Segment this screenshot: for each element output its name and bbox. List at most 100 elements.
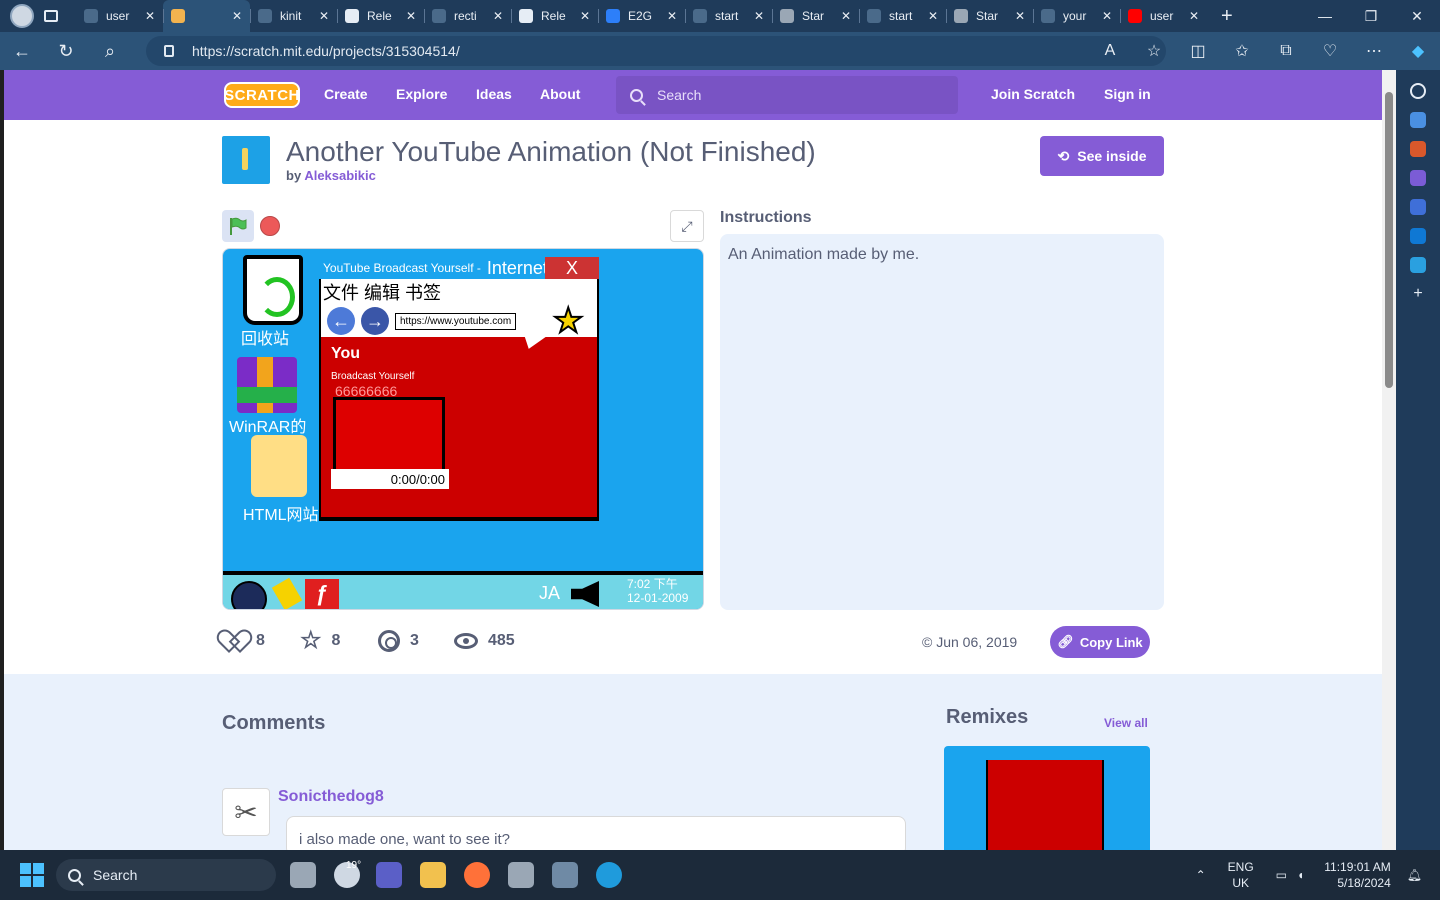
green-flag-button[interactable]: [222, 210, 254, 242]
browser-tab[interactable]: Rele ✕: [511, 0, 598, 32]
scrollbar-thumb[interactable]: [1385, 92, 1393, 388]
minimize-button[interactable]: —: [1302, 0, 1348, 32]
restore-button[interactable]: ❐: [1348, 0, 1394, 32]
love-stat[interactable]: 8: [224, 629, 265, 653]
sidebar-games-icon[interactable]: [1410, 170, 1426, 186]
tab-title: your: [1063, 9, 1087, 23]
sidebar-tools-icon[interactable]: [1410, 141, 1426, 157]
cube-app-icon[interactable]: [508, 862, 534, 888]
windows-start-icon[interactable]: [20, 863, 44, 887]
remix-thumbnail[interactable]: [944, 746, 1150, 850]
tray-chevron-icon[interactable]: ⌃: [1196, 868, 1206, 882]
browser-tab[interactable]: user ✕: [76, 0, 163, 32]
remix-count: 3: [410, 632, 419, 649]
nav-create[interactable]: Create: [324, 86, 368, 102]
scratch-search-input[interactable]: Search: [616, 76, 958, 114]
teams-chat-icon[interactable]: [376, 862, 402, 888]
task-view-icon[interactable]: [290, 862, 316, 888]
taskbar-clock[interactable]: 11:19:01 AM 5/18/2024: [1324, 859, 1391, 891]
browser-tab[interactable]: kinit ✕: [250, 0, 337, 32]
nav-about[interactable]: About: [540, 86, 580, 102]
tab-close-icon[interactable]: ✕: [145, 9, 155, 23]
comment-username[interactable]: Sonicthedog8: [278, 788, 384, 806]
sidebar-send-icon[interactable]: [1410, 257, 1426, 273]
network-icon[interactable]: ▭: [1276, 868, 1287, 882]
favorite-star-icon[interactable]: ☆: [1132, 41, 1176, 61]
more-menu-icon[interactable]: ⋯: [1352, 41, 1396, 61]
windows2000-app-icon[interactable]: [552, 862, 578, 888]
project-stage[interactable]: 回收站 WinRAR的 HTML网站 YouTube Broadcast You…: [222, 248, 704, 610]
favorites-icon[interactable]: ✩: [1220, 41, 1264, 61]
sidebar-outlook-icon[interactable]: [1410, 228, 1426, 244]
close-window-button[interactable]: ✕: [1394, 0, 1440, 32]
file-explorer-icon[interactable]: [420, 862, 446, 888]
scratch-logo[interactable]: SCRATCH: [224, 82, 300, 108]
browser-tab[interactable]: start ✕: [685, 0, 772, 32]
tab-close-icon[interactable]: ✕: [928, 9, 938, 23]
sidebar-search-icon[interactable]: [1410, 83, 1426, 99]
tab-close-icon[interactable]: ✕: [406, 9, 416, 23]
back-button[interactable]: ←: [0, 32, 44, 70]
language-indicator[interactable]: ENG UK: [1228, 859, 1254, 891]
tab-close-icon[interactable]: ✕: [667, 9, 677, 23]
tab-close-icon[interactable]: ✕: [319, 9, 329, 23]
browser-tab[interactable]: recti ✕: [424, 0, 511, 32]
browser-tab[interactable]: Star ✕: [772, 0, 859, 32]
firefox-icon[interactable]: [464, 862, 490, 888]
new-tab-button[interactable]: +: [1221, 5, 1233, 28]
tab-close-icon[interactable]: ✕: [1189, 9, 1199, 23]
browser-tab[interactable]: E2G ✕: [598, 0, 685, 32]
taskbar-search-box[interactable]: Search: [56, 859, 276, 891]
copy-link-button[interactable]: 🔗︎ Copy Link: [1050, 626, 1150, 658]
browser-tab[interactable]: your ✕: [1033, 0, 1120, 32]
author-link[interactable]: Aleksabikic: [304, 168, 376, 183]
browser-tab[interactable]: Star ✕: [946, 0, 1033, 32]
split-screen-icon[interactable]: ◫: [1176, 41, 1220, 61]
comment-avatar[interactable]: ✂: [222, 788, 270, 836]
tab-title: Rele: [541, 9, 566, 23]
nav-ideas[interactable]: Ideas: [476, 86, 512, 102]
tab-close-icon[interactable]: ✕: [1015, 9, 1025, 23]
shared-date-text: Jun 06, 2019: [936, 634, 1018, 650]
favorite-stat[interactable]: ☆ 8: [300, 629, 340, 653]
copilot-icon[interactable]: ◆: [1396, 41, 1440, 61]
browser-essentials-icon[interactable]: ♡: [1308, 41, 1352, 61]
tab-close-icon[interactable]: ✕: [580, 9, 590, 23]
page-scrollbar[interactable]: [1382, 70, 1396, 850]
edge-icon[interactable]: [596, 862, 622, 888]
browser-tab[interactable]: user ✕: [1120, 0, 1207, 32]
profile-avatar[interactable]: [10, 4, 34, 28]
tab-close-icon[interactable]: ✕: [232, 9, 242, 23]
tab-close-icon[interactable]: ✕: [493, 9, 503, 23]
sidebar-copilot-icon[interactable]: [1410, 199, 1426, 215]
url-field[interactable]: https://scratch.mit.edu/projects/3153045…: [146, 36, 1166, 66]
tab-title: user: [1150, 9, 1174, 23]
browser-tab[interactable]: Rele ✕: [337, 0, 424, 32]
clock-date: 5/18/2024: [1337, 876, 1391, 890]
join-scratch-link[interactable]: Join Scratch: [991, 86, 1075, 102]
collections-icon[interactable]: ⧉: [1264, 42, 1308, 60]
browser-tab[interactable]: ✕: [163, 0, 250, 32]
tab-actions-icon[interactable]: [44, 10, 58, 22]
windows-taskbar: Search 19° ⌃ ENG UK ▭ ◖ 11:19:01 AM 5/18…: [0, 850, 1440, 900]
tab-close-icon[interactable]: ✕: [841, 9, 851, 23]
nav-explore[interactable]: Explore: [396, 86, 447, 102]
sign-in-link[interactable]: Sign in: [1104, 86, 1151, 102]
notification-bell-icon[interactable]: 🔔︎: [1407, 868, 1422, 882]
tab-close-icon[interactable]: ✕: [754, 9, 764, 23]
read-aloud-icon[interactable]: A: [1088, 42, 1132, 60]
volume-icon[interactable]: ◖: [1297, 868, 1304, 882]
sidebar-shopping-icon[interactable]: [1410, 112, 1426, 128]
browser-tab[interactable]: start ✕: [859, 0, 946, 32]
search-icon[interactable]: ⌕: [88, 32, 132, 70]
sidebar-add-icon[interactable]: +: [1410, 286, 1426, 302]
stage-lang: JA: [539, 583, 561, 603]
tab-close-icon[interactable]: ✕: [1102, 9, 1112, 23]
refresh-button[interactable]: ↻: [44, 32, 88, 70]
stop-button[interactable]: [260, 216, 280, 236]
fullscreen-button[interactable]: ⤢: [670, 210, 704, 242]
view-all-remixes-link[interactable]: View all: [1104, 716, 1148, 730]
project-author-thumbnail[interactable]: [222, 136, 270, 184]
see-inside-button[interactable]: ⟲ See inside: [1040, 136, 1164, 176]
love-count: 8: [256, 632, 265, 649]
